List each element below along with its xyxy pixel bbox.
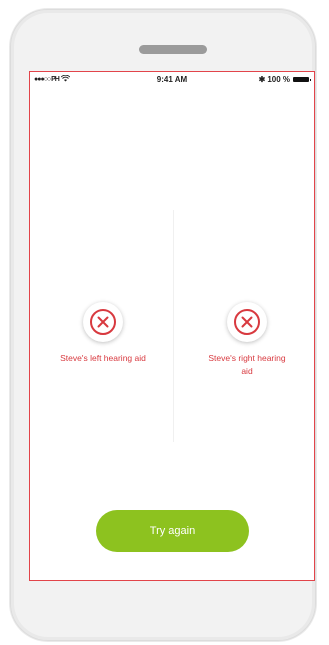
app-screen: ●●●○○ PH 9:41 AM ✱ 100 % Steve's left he: [29, 71, 315, 581]
try-again-button[interactable]: Try again: [96, 510, 249, 552]
status-right: ✱ 100 %: [258, 75, 311, 84]
battery-icon: [293, 77, 311, 82]
right-hearing-aid: Steve's right hearing aid: [192, 302, 302, 378]
error-x-icon: [227, 302, 267, 342]
battery-percent: 100 %: [267, 75, 290, 84]
bluetooth-icon: ✱: [258, 75, 266, 84]
right-hearing-aid-label: Steve's right hearing aid: [208, 353, 286, 376]
status-bar: ●●●○○ PH 9:41 AM ✱ 100 %: [30, 72, 314, 86]
phone-speaker: [139, 45, 207, 54]
left-hearing-aid-label: Steve's left hearing aid: [60, 353, 146, 363]
error-x-icon: [83, 302, 123, 342]
center-divider: [173, 210, 174, 442]
left-hearing-aid: Steve's left hearing aid: [48, 302, 158, 365]
